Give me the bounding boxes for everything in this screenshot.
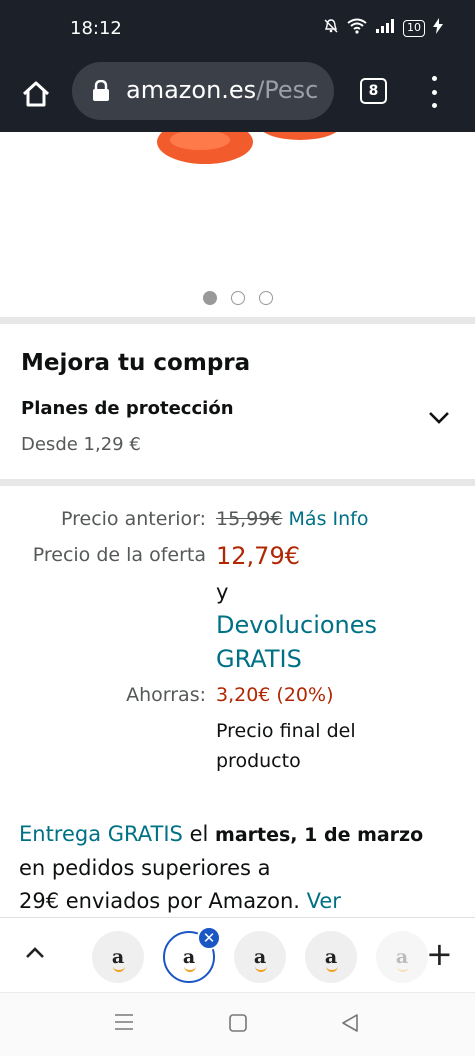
carousel-dot-3[interactable] [258, 291, 273, 305]
mute-icon [323, 18, 339, 38]
status-icons: 10 [323, 18, 443, 38]
section-divider [0, 479, 475, 486]
recent-apps-icon[interactable] [114, 1013, 134, 1035]
tab-switcher-button[interactable]: 8 [360, 78, 387, 104]
delivery-line2: en pedidos superiores a [19, 856, 271, 880]
new-tab-button[interactable]: + [426, 938, 453, 970]
amazon-logo-icon: a [324, 945, 339, 972]
savings-label: Ahorras: [126, 684, 206, 706]
product-image-graphic [157, 132, 337, 164]
tab-thumbnail[interactable]: a [92, 931, 144, 983]
delivery-the: el [189, 822, 209, 846]
protection-plans-label[interactable]: Planes de protección [21, 398, 234, 419]
url-text: amazon.es/Pesc [126, 76, 318, 104]
previous-price-row: 15,99€ Más Info [216, 508, 368, 530]
product-image[interactable] [0, 132, 475, 317]
see-details-link[interactable]: Ver [307, 889, 341, 913]
more-info-link[interactable]: Más Info [289, 508, 369, 530]
protection-plans-price: Desde 1,29 € [21, 434, 141, 455]
delivery-info: Entrega GRATIS el martes, 1 de marzo en … [19, 818, 459, 918]
offer-price-label: Precio de la oferta [32, 544, 206, 566]
amazon-logo-icon: a [253, 945, 268, 972]
free-delivery-link[interactable]: Entrega GRATIS [19, 822, 183, 846]
back-nav-icon[interactable] [340, 1013, 360, 1037]
battery-icon: 10 [403, 19, 425, 37]
lock-icon [92, 79, 110, 106]
final-price-note-line1: Precio final del [216, 720, 356, 742]
amazon-logo-icon: a [182, 945, 197, 972]
amazon-logo-icon: a [395, 945, 410, 972]
tab-thumbnail[interactable]: a [305, 931, 357, 983]
address-bar[interactable]: amazon.es/Pesc [72, 62, 334, 120]
overflow-menu-button[interactable] [420, 76, 448, 108]
tab-strip: a a ✕ a a a + [0, 917, 475, 992]
offer-price-value: 12,79€ [216, 542, 300, 570]
wifi-icon [347, 18, 367, 38]
url-path: /Pesc [256, 76, 319, 104]
carousel-dot-1[interactable] [202, 291, 217, 305]
delivery-date: martes, 1 de marzo [215, 824, 424, 846]
home-button[interactable] [18, 76, 54, 112]
previous-price-label: Precio anterior: [60, 508, 206, 530]
carousel-dots [0, 291, 475, 305]
delivery-line3: 29€ enviados por Amazon. [19, 889, 300, 913]
carousel-dot-2[interactable] [230, 291, 245, 305]
amazon-logo-icon: a [111, 945, 126, 972]
upgrade-title: Mejora tu compra [21, 350, 251, 376]
previous-price-value: 15,99€ [216, 508, 283, 530]
home-nav-icon[interactable] [228, 1013, 248, 1037]
close-tab-icon[interactable]: ✕ [197, 926, 221, 950]
final-price-note-line2: producto [216, 750, 301, 772]
savings-value: 3,20€ (20%) [216, 684, 334, 706]
chevron-down-icon[interactable] [428, 410, 450, 426]
status-bar: 18:12 10 [0, 0, 475, 62]
and-text: y [216, 580, 229, 604]
browser-toolbar: amazon.es/Pesc 8 [0, 62, 475, 132]
section-divider [0, 317, 475, 324]
chevron-up-icon[interactable] [24, 944, 46, 964]
home-icon [22, 81, 50, 107]
url-host: amazon.es [126, 76, 257, 104]
signal-icon [375, 19, 395, 37]
charging-icon [433, 18, 443, 38]
system-navigation-bar [0, 992, 475, 1056]
status-time: 18:12 [70, 18, 122, 39]
free-returns-link-line2[interactable]: GRATIS [216, 645, 302, 673]
free-returns-link-line1[interactable]: Devoluciones [216, 611, 377, 639]
tab-thumbnail[interactable]: a [234, 931, 286, 983]
tab-thumbnail[interactable]: a [376, 931, 428, 983]
